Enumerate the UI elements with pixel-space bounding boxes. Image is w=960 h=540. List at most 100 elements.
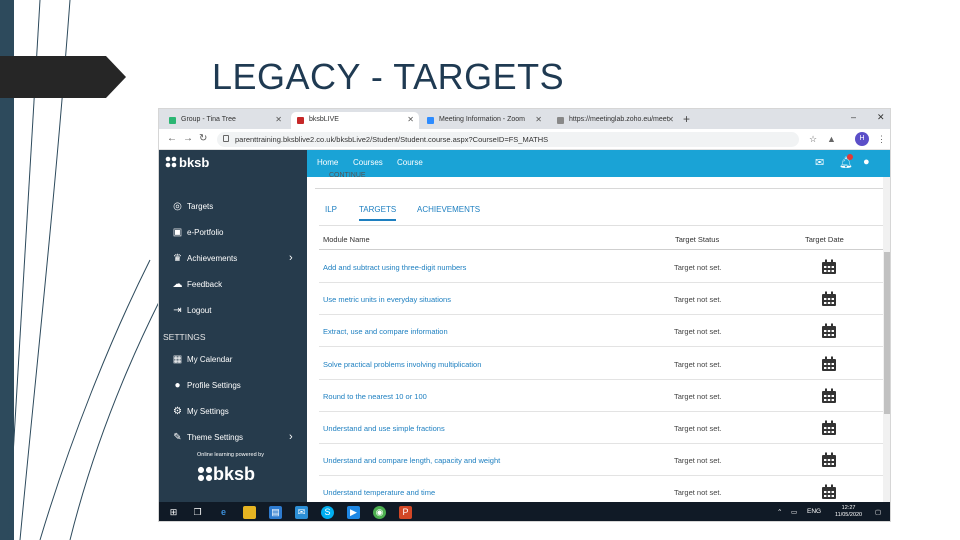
calendar-icon[interactable] xyxy=(821,259,837,275)
close-icon[interactable]: ✕ xyxy=(275,115,282,124)
lang-indicator[interactable]: ENG xyxy=(807,508,821,515)
user-account-icon[interactable]: ● xyxy=(863,156,870,168)
scrollbar[interactable] xyxy=(883,177,890,502)
task-view-icon[interactable]: ❐ xyxy=(191,506,204,519)
sidebar-item-achievements[interactable]: ♛ Achievements › xyxy=(159,249,307,269)
sidebar-item-targets[interactable]: ◎ Targets xyxy=(159,197,307,217)
tab-targets[interactable]: TARGETS xyxy=(359,205,397,221)
target-status: Target not set. xyxy=(674,488,722,498)
browser-tab-strip: Group - Tina Tree ✕ bksbLIVE ✕ Meeting I… xyxy=(159,109,890,129)
trophy-icon: ♛ xyxy=(173,253,182,264)
scrollbar-thumb[interactable] xyxy=(884,252,890,414)
calendar-icon[interactable] xyxy=(821,484,837,500)
close-icon[interactable]: ✕ xyxy=(667,115,674,124)
network-icon[interactable]: ▭ xyxy=(791,508,797,516)
file-explorer-icon[interactable] xyxy=(243,506,256,519)
brand-text: bksb xyxy=(179,155,210,170)
sidebar-item-profile-settings[interactable]: ● Profile Settings xyxy=(159,376,307,396)
module-name-link[interactable]: Understand temperature and time xyxy=(323,488,435,497)
tray-chevron-icon[interactable]: ⌃ xyxy=(777,508,782,516)
windows-start-icon[interactable]: ⊞ xyxy=(167,506,180,519)
card-divider xyxy=(315,177,883,189)
mail-icon[interactable]: ✉ xyxy=(815,156,824,169)
tab-ilp[interactable]: ILP xyxy=(325,205,337,214)
sidebar-item-eportfolio[interactable]: ▣ e-Portfolio xyxy=(159,223,307,243)
sidebar-item-my-calendar[interactable]: ▦ My Calendar xyxy=(159,350,307,370)
table-row: Understand and use simple fractions Targe… xyxy=(319,412,883,444)
store-icon[interactable]: ▤ xyxy=(269,506,282,519)
star-icon[interactable]: ☆ xyxy=(809,134,817,145)
gear-icon: ⚙ xyxy=(173,406,182,417)
module-name-link[interactable]: Understand and compare length, capacity … xyxy=(323,456,500,465)
slide-title: LEGACY - TARGETS xyxy=(212,56,565,97)
continue-link[interactable]: CONTINUE xyxy=(329,172,366,179)
close-icon[interactable]: ✕ xyxy=(535,115,542,124)
notification-badge xyxy=(847,154,853,160)
calendar-icon[interactable] xyxy=(821,452,837,468)
nav-home[interactable]: Home xyxy=(317,158,338,167)
sidebar-item-feedback[interactable]: ☁ Feedback xyxy=(159,275,307,295)
module-name-link[interactable]: Add and subtract using three-digit numbe… xyxy=(323,263,466,272)
module-name-link[interactable]: Extract, use and compare information xyxy=(323,327,448,336)
minimize-icon[interactable]: ‒ xyxy=(851,112,856,122)
calendar-icon[interactable] xyxy=(821,356,837,372)
module-name-link[interactable]: Understand and use simple fractions xyxy=(323,424,445,433)
bksb-logo-icon xyxy=(197,466,213,482)
zoom-icon[interactable]: ▶ xyxy=(347,506,360,519)
target-status: Target not set. xyxy=(674,327,722,337)
reload-icon[interactable]: ↻ xyxy=(199,133,207,144)
browser-tab-active[interactable]: bksbLIVE ✕ xyxy=(291,112,419,129)
nav-course[interactable]: Course xyxy=(397,158,423,167)
browser-tab[interactable]: https://meetinglab.zoho.eu/meet ✕ xyxy=(551,112,679,129)
chrome-icon[interactable]: ◉ xyxy=(373,506,386,519)
profile-avatar[interactable]: H xyxy=(855,132,869,146)
calendar-icon[interactable] xyxy=(821,420,837,436)
sidebar-item-label: My Calendar xyxy=(187,355,233,364)
column-header-target-date: Target Date xyxy=(805,235,844,244)
close-icon[interactable]: ✕ xyxy=(407,115,414,124)
brand-logo[interactable]: bksb xyxy=(165,155,209,170)
address-bar-row: ← → ↻ parenttraining.bksblive2.co.uk/bks… xyxy=(159,129,890,150)
table-row: Solve practical problems involving multi… xyxy=(319,348,883,380)
new-tab-button[interactable]: + xyxy=(683,112,690,126)
edge-icon[interactable]: e xyxy=(217,506,230,519)
tab-achievements[interactable]: ACHIEVEMENTS xyxy=(417,205,480,214)
module-name-link[interactable]: Round to the nearest 10 or 100 xyxy=(323,392,427,401)
target-status: Target not set. xyxy=(674,424,722,433)
title-arrow-shape xyxy=(0,56,126,98)
sidebar-item-theme-settings[interactable]: ✎ Theme Settings › xyxy=(159,428,307,448)
close-window-icon[interactable]: ✕ xyxy=(877,112,885,123)
notification-center-icon[interactable]: ▢ xyxy=(875,508,881,516)
windows-taskbar: ⊞ ❐ e ▤ ✉ S ▶ ◉ P ⌃ ▭ ENG 12:27 11/05/20… xyxy=(159,502,890,521)
browser-tab[interactable]: Group - Tina Tree ✕ xyxy=(163,112,287,129)
powered-logo-text: bksb xyxy=(213,464,256,484)
lock-icon xyxy=(223,135,229,142)
module-name-link[interactable]: Use metric units in everyday situations xyxy=(323,295,451,304)
sidebar-item-logout[interactable]: ⇥ Logout xyxy=(159,301,307,321)
taskbar-clock[interactable]: 12:27 11/05/2020 xyxy=(835,505,862,519)
skype-icon[interactable]: S xyxy=(321,506,334,519)
powerpoint-icon[interactable]: P xyxy=(399,506,412,519)
nav-courses[interactable]: Courses xyxy=(353,158,383,167)
url-input[interactable]: parenttraining.bksblive2.co.uk/bksbLive2… xyxy=(217,132,799,147)
menu-dots-icon[interactable]: ⋮ xyxy=(877,134,886,145)
table-row: Understand and compare length, capacity … xyxy=(319,444,883,477)
forward-arrow-icon[interactable]: → xyxy=(183,133,193,144)
mail-app-icon[interactable]: ✉ xyxy=(295,506,308,519)
presentation-slide: LEGACY - TARGETS Group - Tina Tree ✕ bks… xyxy=(0,0,960,540)
back-arrow-icon[interactable]: ← xyxy=(167,133,177,144)
sidebar-item-label: Logout xyxy=(187,306,212,315)
calendar-icon[interactable] xyxy=(821,388,837,404)
tab-favicon-icon xyxy=(427,117,434,124)
browser-tab[interactable]: Meeting Information - Zoom ✕ xyxy=(421,112,547,129)
extension-icon[interactable]: ▲ xyxy=(827,134,836,144)
table-header: Module Name Target Status Target Date xyxy=(319,225,883,250)
target-status: Target not set. xyxy=(674,456,722,466)
module-name-link[interactable]: Solve practical problems involving multi… xyxy=(323,360,481,369)
app-header: bksb Home Courses Course ✉ 🔔︎ ● xyxy=(159,150,890,177)
calendar-icon[interactable] xyxy=(821,291,837,307)
calendar-icon[interactable] xyxy=(821,323,837,339)
target-status: Target not set. xyxy=(674,295,722,305)
sidebar-item-my-settings[interactable]: ⚙ My Settings xyxy=(159,402,307,422)
sidebar: ◎ Targets ▣ e-Portfolio ♛ Achievements ›… xyxy=(159,177,307,502)
